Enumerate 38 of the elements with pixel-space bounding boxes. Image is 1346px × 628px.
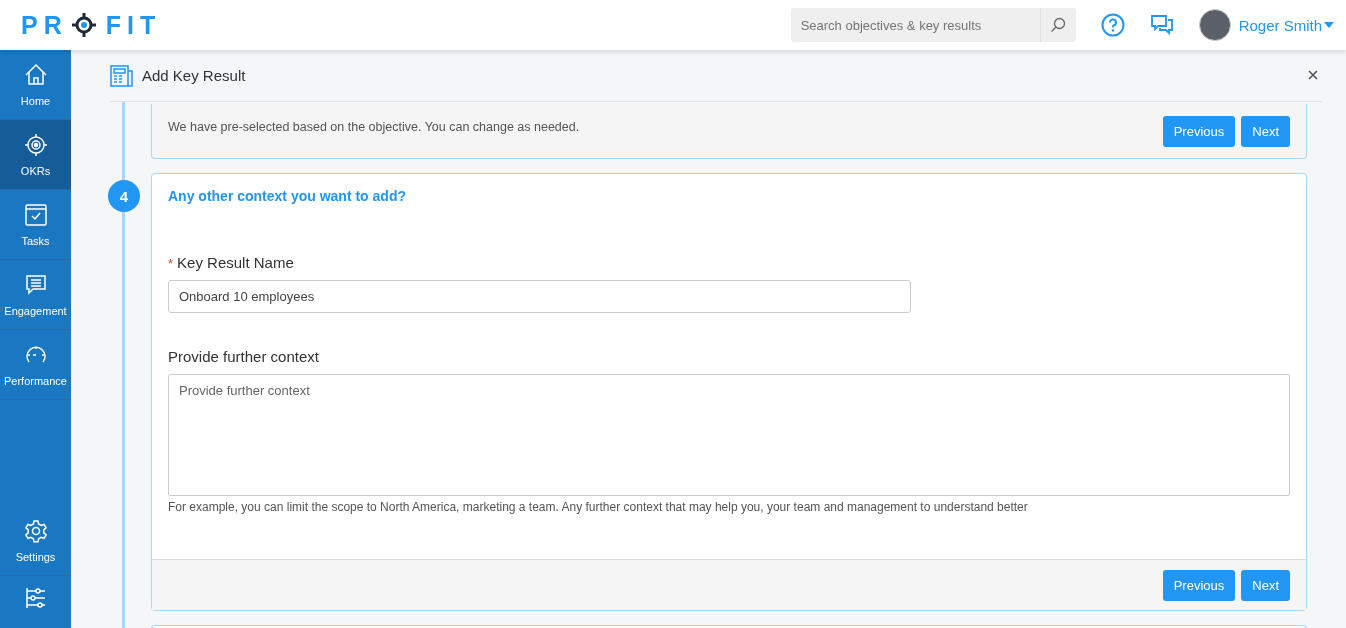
previous-button[interactable]: Previous [1162, 115, 1236, 147]
help-icon[interactable] [1100, 13, 1125, 37]
message-icon [23, 272, 48, 297]
sidebar-item[interactable]: OKRs [0, 120, 71, 190]
sidebar-item[interactable]: Settings [0, 506, 71, 576]
sidebar-item[interactable]: Performance [0, 330, 71, 400]
settings-icon [23, 518, 48, 543]
step-description: We have pre-selected based on the objective. You can change as needed. [168, 120, 580, 134]
close-icon[interactable] [1308, 70, 1318, 80]
target-icon [23, 132, 48, 157]
required-marker: * [168, 256, 174, 271]
logo-text: FIT [105, 10, 162, 40]
search-icon[interactable] [1050, 17, 1067, 33]
target-icon [71, 13, 96, 37]
step-title: Any other context you want to add? [168, 188, 407, 204]
sliders-icon [23, 586, 48, 610]
avatar [1198, 9, 1231, 41]
logo-text: PR [21, 10, 68, 40]
search-button[interactable] [1039, 8, 1076, 42]
field-hint: For example, you can limit the scope to North America, marketing a team. Any further context that may help you, your team and management to understand better [168, 500, 1029, 514]
next-button[interactable]: Next [1241, 115, 1290, 147]
previous-button[interactable]: Previous [1162, 569, 1236, 601]
user-menu[interactable]: Roger Smith [1238, 16, 1324, 34]
search-field[interactable]: Search objectives & key results [790, 8, 1040, 42]
field-label: Key Result Name [177, 254, 294, 271]
chat-icon[interactable] [1150, 15, 1173, 35]
next-button[interactable]: Next [1241, 569, 1290, 601]
field-label: Provide further context [168, 348, 319, 365]
step-number: 4 [108, 180, 140, 212]
caret-icon[interactable] [1324, 22, 1334, 28]
calculator-icon [110, 64, 134, 87]
dialog-title: Add Key Result [142, 67, 246, 84]
textarea-field[interactable]: Provide further context [168, 374, 1290, 496]
home-icon [23, 62, 48, 87]
sidebar-item[interactable]: Engagement [0, 260, 71, 330]
input-field[interactable]: Onboard 10 employees [168, 280, 911, 313]
sidebar-item[interactable]: Tasks [0, 190, 71, 260]
calendar-check-icon [23, 202, 48, 227]
